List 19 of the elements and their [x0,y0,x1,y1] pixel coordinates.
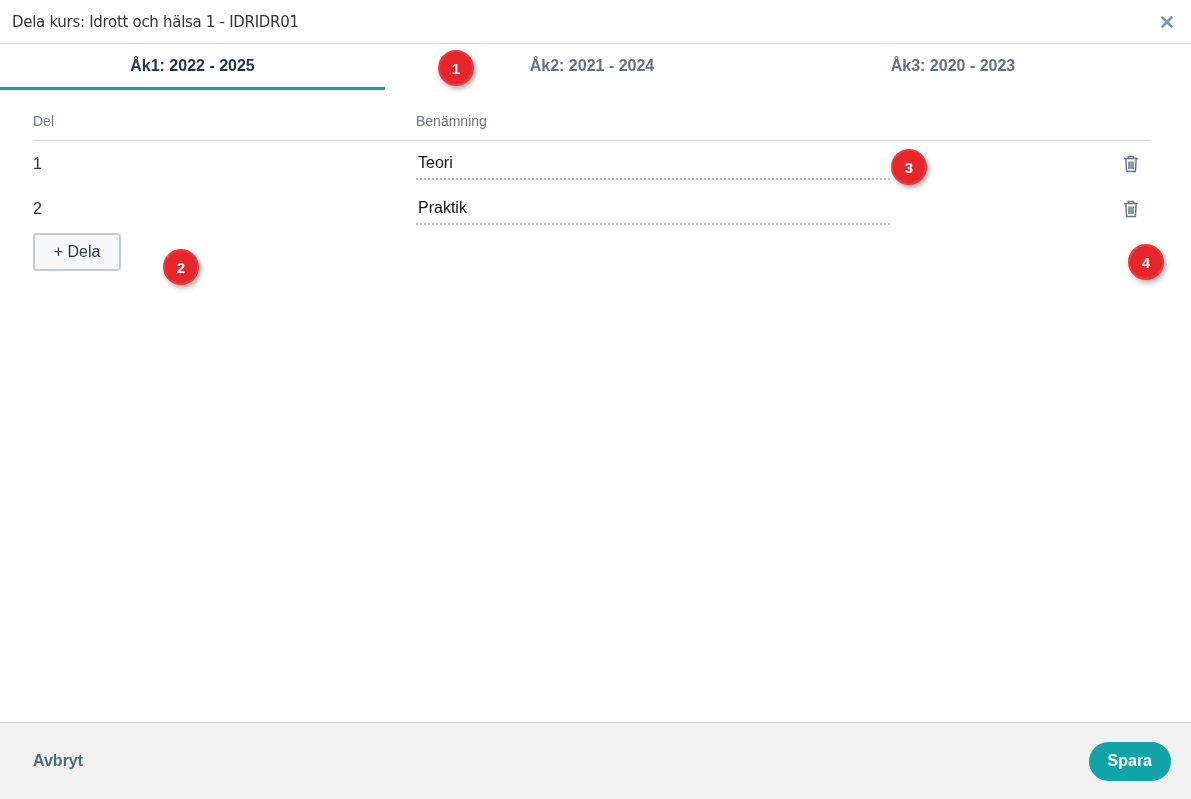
dialog-title: Dela kurs: Idrott och hälsa 1 - IDRIDR01 [12,12,299,31]
trash-icon[interactable] [1123,199,1139,218]
column-header: Benämning [416,113,488,129]
column-header: Del [33,113,55,129]
add-part-button[interactable]: + Dela [33,233,121,271]
name-input-field[interactable]: Teori [416,147,890,180]
name-input-field[interactable]: Praktik [416,192,890,225]
part-number: 2 [33,199,42,217]
annotation-marker: 2 [163,249,199,285]
trash-icon[interactable] [1123,154,1139,173]
part-number: 1 [33,154,42,172]
annotation-marker: 3 [891,149,927,185]
cancel-button[interactable]: Avbryt [33,752,84,770]
annotation-marker: 1 [438,50,474,86]
annotation-marker: 4 [1128,244,1164,280]
year-tab[interactable]: Åk1: 2022 - 2025 [0,44,385,90]
year-tab[interactable]: Åk3: 2020 - 2023 [883,44,1023,90]
close-icon[interactable] [1161,15,1173,28]
year-tab[interactable]: Åk2: 2021 - 2024 [480,44,704,90]
